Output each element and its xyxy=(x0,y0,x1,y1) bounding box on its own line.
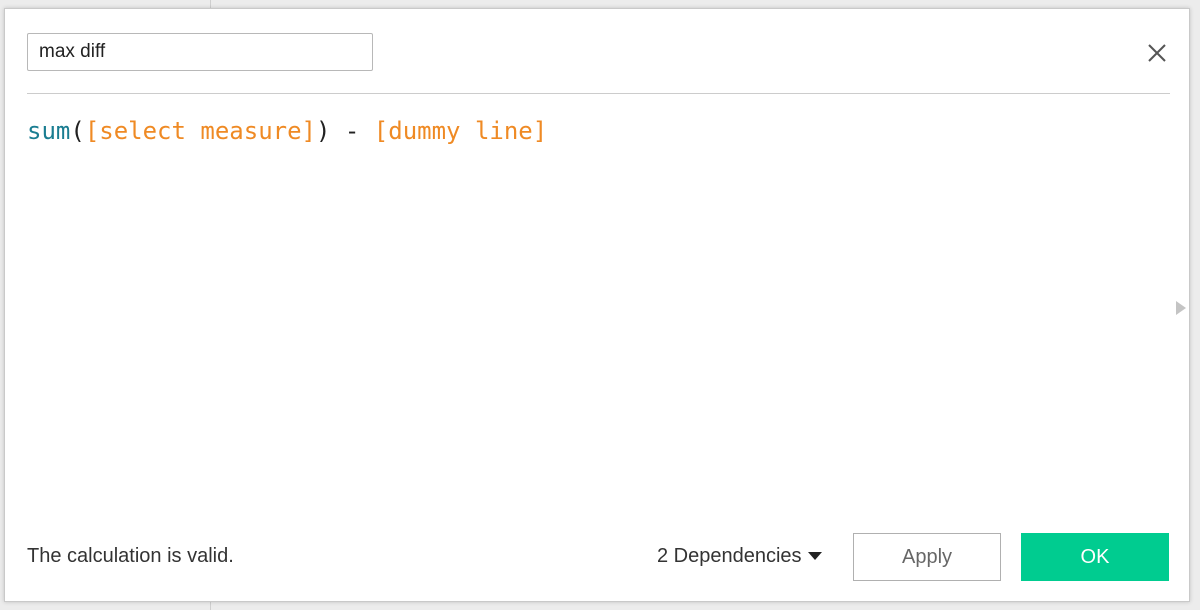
formula-function-token: sum xyxy=(27,117,71,145)
close-button[interactable] xyxy=(1143,39,1171,67)
calculation-dialog: sum([select measure]) - [dummy line] The… xyxy=(4,8,1190,602)
ok-button[interactable]: OK xyxy=(1021,533,1169,581)
apply-button[interactable]: Apply xyxy=(853,533,1001,581)
formula-field-token: [dummy line] xyxy=(373,117,548,145)
close-icon xyxy=(1148,44,1166,62)
dependencies-dropdown[interactable]: 2 Dependencies xyxy=(657,542,822,570)
validation-status: The calculation is valid. xyxy=(27,545,234,567)
formula-open-paren: ( xyxy=(70,117,85,145)
calculation-name-input[interactable] xyxy=(27,33,373,71)
expand-panel-button[interactable] xyxy=(1174,299,1188,317)
dependencies-label: 2 Dependencies xyxy=(657,544,802,567)
formula-field-token: [select measure] xyxy=(84,117,316,145)
caret-down-icon xyxy=(807,552,822,560)
header-divider xyxy=(27,93,1170,94)
triangle-right-icon xyxy=(1176,301,1186,315)
formula-editor[interactable]: sum([select measure]) - [dummy line] xyxy=(27,109,1147,509)
formula-operator: ) - xyxy=(316,117,374,145)
